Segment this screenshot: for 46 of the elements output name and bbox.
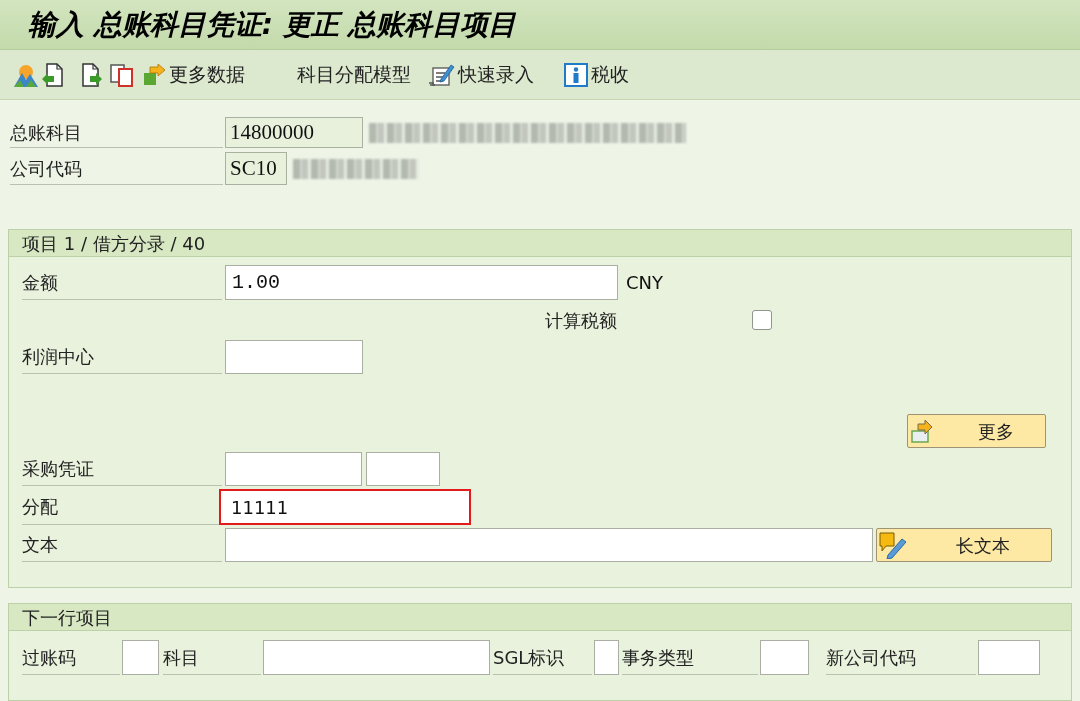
arrow-square-icon — [144, 63, 166, 86]
input-field[interactable] — [225, 528, 873, 562]
toolbar-button[interactable] — [42, 62, 66, 87]
input-field[interactable] — [760, 640, 809, 675]
field-label: 公司代码 — [10, 152, 223, 185]
toolbar-button[interactable]: 快速录入 — [429, 60, 534, 89]
input-field[interactable] — [263, 640, 490, 675]
field-label: 新公司代码 — [826, 640, 976, 675]
field-label: 利润中心 — [22, 340, 222, 374]
input-field[interactable] — [122, 640, 159, 675]
copy-pages-icon — [110, 62, 134, 87]
document-left-arrow-icon — [42, 62, 66, 87]
readonly-field: 14800000 — [225, 117, 363, 148]
input-field[interactable] — [225, 452, 362, 486]
readonly-field: SC10 — [225, 152, 287, 185]
more-button[interactable]: 更多 — [907, 414, 1046, 448]
field-label: 计算税额 — [545, 308, 618, 333]
field-label: SGL标识 — [493, 640, 592, 675]
field-label: 采购凭证 — [22, 452, 222, 486]
checkbox[interactable] — [752, 310, 772, 330]
long-text-button[interactable]: 长文本 — [876, 528, 1052, 562]
mountain-sun-icon — [14, 62, 38, 87]
input-field[interactable] — [366, 452, 440, 486]
toolbar-button[interactable]: 税收 — [564, 60, 629, 89]
section-title: 项目 1 / 借方分录 / 40 — [22, 231, 206, 256]
section-title: 下一行项目 — [22, 605, 112, 630]
input-field[interactable] — [225, 340, 363, 374]
field-label: 文本 — [22, 528, 222, 562]
field-label: 金额 — [22, 265, 222, 300]
toolbar-button[interactable] — [14, 62, 38, 87]
info-icon — [564, 62, 588, 87]
form-pencil-icon — [429, 62, 455, 87]
speech-bubble-pencil-icon — [878, 531, 908, 559]
toolbar-button[interactable] — [110, 62, 134, 87]
input-field[interactable]: 11111 — [219, 489, 471, 525]
input-field[interactable] — [594, 640, 619, 675]
field-label: 事务类型 — [622, 640, 758, 675]
toolbar-button[interactable]: 更多数据 — [144, 60, 245, 89]
input-field[interactable]: 1.00 — [225, 265, 618, 300]
window-title: 输入 总账科目凭证: 更正 总账科目项目 — [28, 6, 517, 43]
field-label: 过账码 — [22, 640, 120, 675]
field-label: 总账科目 — [10, 117, 223, 148]
toolbar-button[interactable]: 科目分配模型 — [297, 60, 411, 89]
field-label: 科目 — [163, 640, 261, 675]
input-field[interactable] — [978, 640, 1040, 675]
currency-label: CNY — [626, 271, 664, 295]
